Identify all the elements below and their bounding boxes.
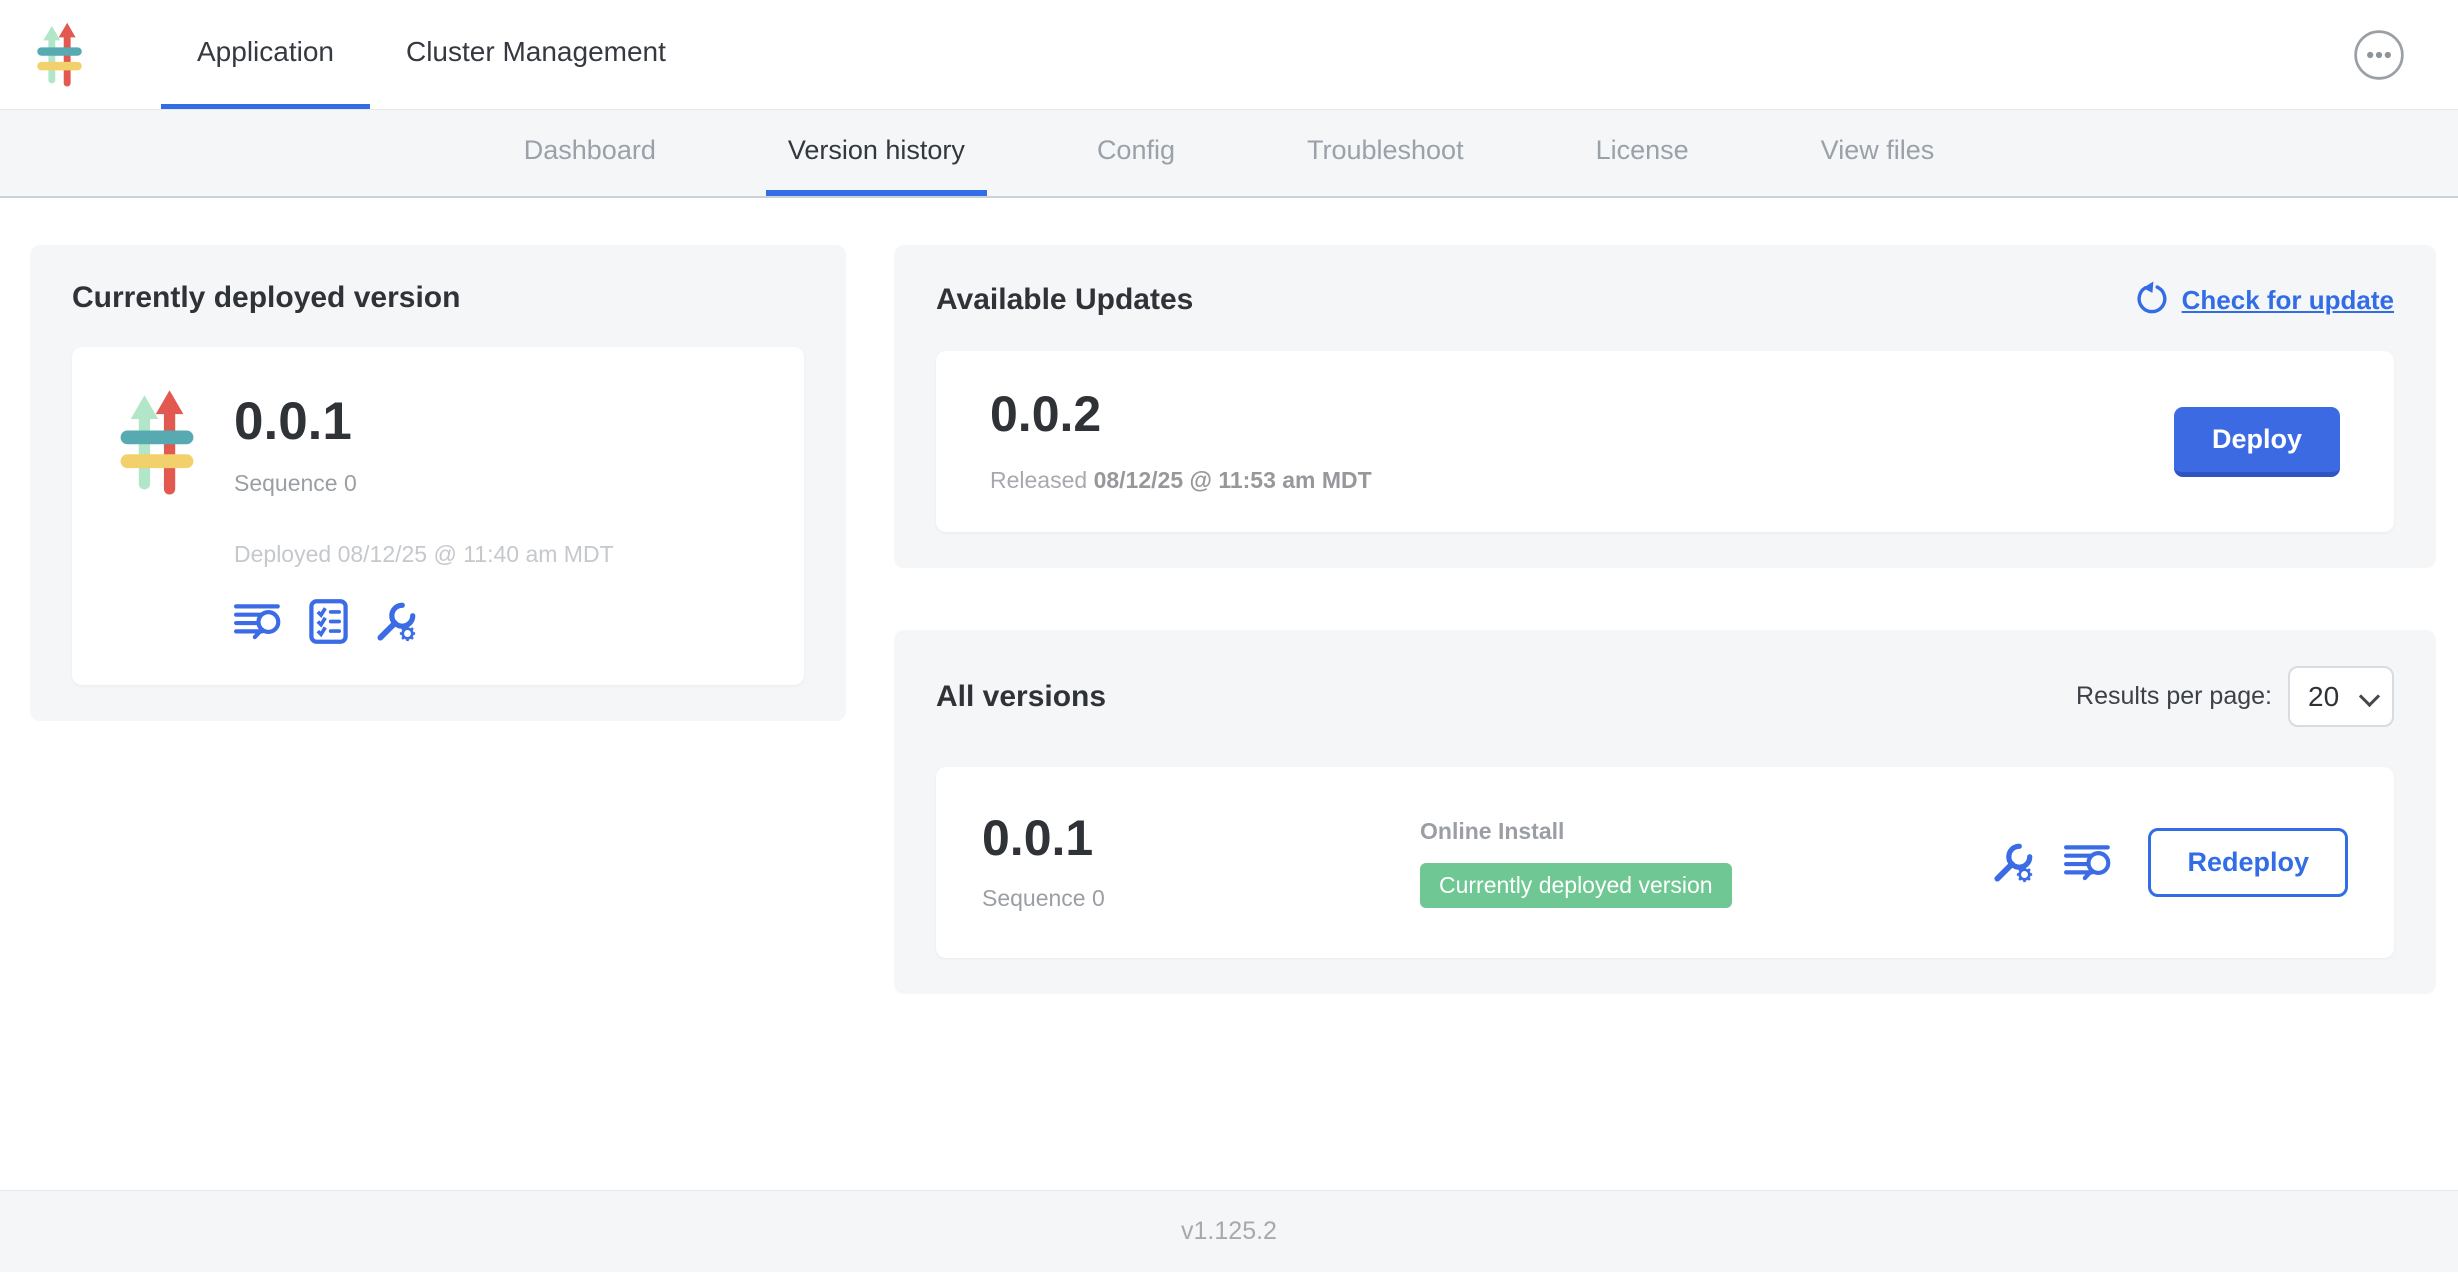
- subtab-config-label: Config: [1097, 135, 1175, 166]
- available-updates-card: Available Updates Check for update 0.0.2…: [894, 245, 2436, 568]
- check-for-update-label: Check for update: [2182, 285, 2394, 316]
- app-subnav: Dashboard Version history Config Trouble…: [0, 110, 2458, 198]
- available-update-row: 0.0.2 Released 08/12/25 @ 11:53 am MDT D…: [936, 351, 2394, 532]
- all-versions-header: All versions Results per page: 20: [936, 666, 2394, 727]
- deployed-sequence: Sequence 0: [234, 470, 614, 497]
- version-row-status: Online Install Currently deployed versio…: [1420, 818, 1990, 908]
- console-version: v1.125.2: [1181, 1217, 1277, 1246]
- currently-deployed-card: Currently deployed version 0.0.1 Sequenc…: [30, 245, 846, 721]
- update-details: 0.0.2 Released 08/12/25 @ 11:53 am MDT: [990, 389, 1372, 494]
- tab-cluster-management-label: Cluster Management: [406, 36, 666, 68]
- deployed-version-number: 0.0.1: [234, 395, 614, 448]
- subtab-config[interactable]: Config: [1075, 110, 1197, 196]
- subtab-troubleshoot[interactable]: Troubleshoot: [1285, 110, 1486, 196]
- subtab-dashboard[interactable]: Dashboard: [502, 110, 678, 196]
- logs-icon[interactable]: [234, 600, 284, 644]
- deploy-button[interactable]: Deploy: [2174, 407, 2340, 477]
- released-label: Released: [990, 467, 1087, 493]
- tab-cluster-management[interactable]: Cluster Management: [370, 0, 702, 109]
- right-column: Available Updates Check for update 0.0.2…: [894, 245, 2436, 994]
- tab-application-label: Application: [197, 36, 334, 68]
- released-date: 08/12/25 @ 11:53 am MDT: [1094, 467, 1372, 493]
- subtab-version-history-label: Version history: [788, 135, 965, 166]
- row-sequence: Sequence 0: [982, 885, 1420, 912]
- subtab-license-label: License: [1596, 135, 1689, 166]
- version-row: 0.0.1 Sequence 0 Online Install Currentl…: [936, 767, 2394, 958]
- config-icon[interactable]: [373, 599, 419, 645]
- redeploy-button[interactable]: Redeploy: [2148, 828, 2348, 897]
- available-updates-header: Available Updates Check for update: [936, 281, 2394, 319]
- results-per-page-label: Results per page:: [2076, 682, 2272, 711]
- config-icon[interactable]: [1990, 840, 2036, 886]
- results-per-page-select[interactable]: 20: [2288, 666, 2394, 727]
- subtab-license[interactable]: License: [1574, 110, 1711, 196]
- currently-deployed-badge: Currently deployed version: [1420, 863, 1732, 908]
- subtab-view-files-label: View files: [1821, 135, 1935, 166]
- logs-icon[interactable]: [2064, 841, 2114, 885]
- deployed-version-panel: 0.0.1 Sequence 0 Deployed 08/12/25 @ 11:…: [72, 347, 804, 685]
- top-header: Application Cluster Management: [0, 0, 2458, 110]
- deployed-version-details: 0.0.1 Sequence 0 Deployed 08/12/25 @ 11:…: [234, 389, 614, 645]
- row-version-number: 0.0.1: [982, 813, 1420, 863]
- subtab-dashboard-label: Dashboard: [524, 135, 656, 166]
- deployed-actions: [234, 598, 614, 645]
- currently-deployed-title: Currently deployed version: [72, 281, 804, 315]
- main-content: Currently deployed version 0.0.1 Sequenc…: [0, 198, 2458, 1190]
- deployed-timestamp: Deployed 08/12/25 @ 11:40 am MDT: [234, 541, 614, 568]
- results-per-page-select-wrap: 20: [2288, 666, 2394, 727]
- subtab-troubleshoot-label: Troubleshoot: [1307, 135, 1464, 166]
- refresh-icon: [2132, 281, 2170, 319]
- tab-application[interactable]: Application: [161, 0, 370, 109]
- ellipsis-menu-icon[interactable]: [2352, 28, 2406, 82]
- version-row-identity: 0.0.1 Sequence 0: [982, 813, 1420, 912]
- update-version-number: 0.0.2: [990, 389, 1372, 439]
- preflight-checks-icon[interactable]: [308, 598, 349, 645]
- app-logo-icon: [36, 0, 83, 109]
- results-per-page: Results per page: 20: [2076, 666, 2394, 727]
- update-released-line: Released 08/12/25 @ 11:53 am MDT: [990, 467, 1372, 494]
- app-footer: v1.125.2: [0, 1190, 2458, 1272]
- subtab-version-history[interactable]: Version history: [766, 110, 987, 196]
- version-row-actions: Redeploy: [1990, 828, 2348, 897]
- all-versions-card: All versions Results per page: 20 0.0.1 …: [894, 630, 2436, 994]
- all-versions-title: All versions: [936, 680, 1106, 714]
- app-logo-icon: [118, 389, 234, 645]
- available-updates-title: Available Updates: [936, 283, 1193, 317]
- header-spacer: [702, 0, 2352, 109]
- subtab-view-files[interactable]: View files: [1799, 110, 1957, 196]
- install-type-label: Online Install: [1420, 818, 1990, 845]
- check-for-update-link[interactable]: Check for update: [2132, 281, 2394, 319]
